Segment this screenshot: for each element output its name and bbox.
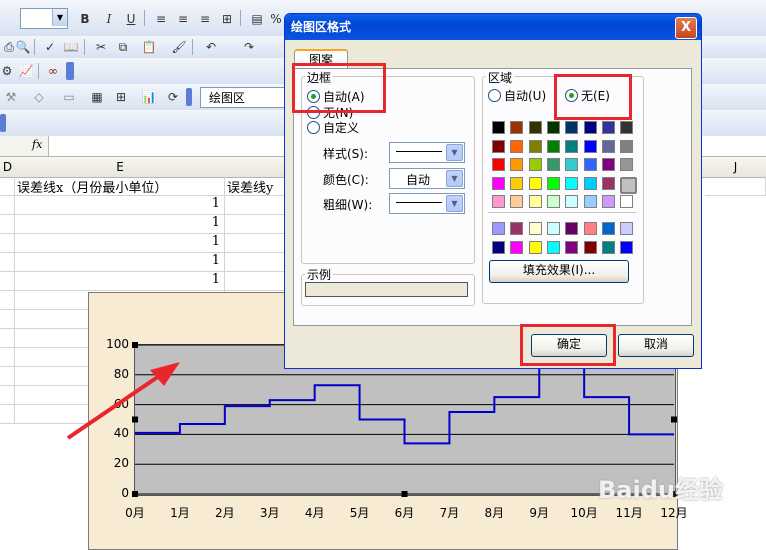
chart-swatch[interactable] (546, 240, 560, 254)
main-swatch[interactable] (620, 195, 634, 208)
highlight-ok-box (520, 324, 616, 366)
main-swatch[interactable] (565, 176, 579, 190)
border-custom-label: 自定义 (323, 121, 360, 135)
main-swatch[interactable] (528, 158, 542, 171)
chart-swatch[interactable] (510, 222, 524, 235)
area-group-label: 区域 (486, 69, 515, 86)
main-swatch[interactable] (620, 158, 634, 171)
dialog-title: 绘图区格式 (291, 20, 352, 34)
main-swatch[interactable] (583, 158, 597, 171)
main-swatch[interactable] (565, 195, 579, 208)
main-swatch[interactable] (565, 121, 579, 134)
main-swatch[interactable] (528, 176, 542, 190)
palette-divider (488, 212, 636, 213)
highlight-none-box (554, 74, 632, 120)
main-swatch[interactable] (510, 139, 524, 153)
fill-effects-button[interactable]: 填充效果(I)... (489, 260, 629, 283)
main-swatch[interactable] (528, 121, 542, 134)
main-swatch[interactable] (583, 121, 597, 134)
style-select[interactable]: ▼ (389, 142, 465, 163)
main-swatch[interactable] (492, 121, 505, 134)
chart-swatch[interactable] (528, 222, 542, 235)
chevron-down-icon[interactable]: ▼ (446, 170, 463, 187)
main-swatch[interactable] (546, 139, 560, 153)
color-label: 颜色(C): (323, 173, 369, 187)
sample-group-label: 示例 (305, 266, 334, 283)
main-swatch[interactable] (546, 195, 560, 208)
weight-label: 粗细(W): (323, 198, 373, 212)
main-swatch[interactable] (601, 121, 615, 134)
main-swatch[interactable] (601, 139, 615, 153)
main-swatch[interactable] (583, 195, 597, 208)
sample-preview (305, 282, 468, 297)
chart-swatch[interactable] (510, 240, 524, 254)
close-icon[interactable]: X (675, 17, 697, 39)
chart-swatch[interactable] (620, 240, 634, 254)
chart-swatch[interactable] (492, 222, 505, 235)
area-auto-label: 自动(U) (504, 89, 547, 103)
main-swatch[interactable] (601, 158, 615, 171)
chart-swatch[interactable] (546, 222, 560, 235)
chevron-down-icon[interactable]: ▼ (446, 144, 463, 161)
border-custom-radio[interactable]: 自定义 (307, 119, 359, 136)
dialog-title-bar[interactable]: 绘图区格式 (285, 14, 701, 40)
watermark-text: Baidu经验 (598, 476, 723, 504)
chart-swatch[interactable] (583, 240, 597, 254)
chart-swatch[interactable] (492, 240, 505, 254)
main-swatch[interactable] (492, 176, 505, 190)
chart-swatch[interactable] (583, 222, 597, 235)
main-swatch[interactable] (528, 139, 542, 153)
main-swatch[interactable] (546, 121, 560, 134)
main-swatch[interactable] (601, 176, 615, 190)
main-swatch[interactable] (546, 176, 560, 190)
main-swatch[interactable] (583, 176, 597, 190)
color-select[interactable]: 自动 ▼ (389, 168, 465, 189)
chart-swatch[interactable] (601, 222, 615, 235)
main-swatch[interactable] (492, 195, 505, 208)
chart-swatch[interactable] (565, 240, 579, 254)
main-swatch[interactable] (510, 121, 524, 134)
chart-swatch[interactable] (528, 240, 542, 254)
main-swatch[interactable] (528, 195, 542, 208)
main-swatch[interactable] (565, 158, 579, 171)
chart-swatch[interactable] (601, 240, 615, 254)
color-select-value: 自动 (406, 173, 431, 187)
main-swatch[interactable] (546, 158, 560, 171)
main-swatch[interactable] (601, 195, 615, 208)
main-swatch[interactable] (583, 139, 597, 153)
highlight-border-box (292, 63, 386, 113)
chevron-down-icon[interactable]: ▼ (446, 195, 463, 212)
cancel-button[interactable]: 取消 (618, 334, 694, 357)
chart-swatch[interactable] (620, 222, 634, 235)
main-swatch[interactable] (492, 139, 505, 153)
main-swatch[interactable] (510, 176, 524, 190)
main-swatch[interactable] (620, 121, 634, 134)
main-swatch[interactable] (510, 158, 524, 171)
watermark: Baidu经验 (598, 470, 723, 505)
main-swatch[interactable] (565, 139, 579, 153)
chart-swatch[interactable] (565, 222, 579, 235)
style-label: 样式(S): (323, 147, 369, 161)
main-swatch[interactable] (510, 195, 524, 208)
main-swatch[interactable] (620, 139, 634, 153)
area-auto-radio[interactable]: 自动(U) (488, 87, 546, 104)
main-swatch[interactable] (620, 176, 638, 194)
fill-effects-label: 填充效果(I)... (522, 263, 596, 277)
cancel-label: 取消 (643, 337, 668, 351)
weight-select[interactable]: ▼ (389, 193, 465, 214)
main-swatch[interactable] (492, 158, 505, 171)
